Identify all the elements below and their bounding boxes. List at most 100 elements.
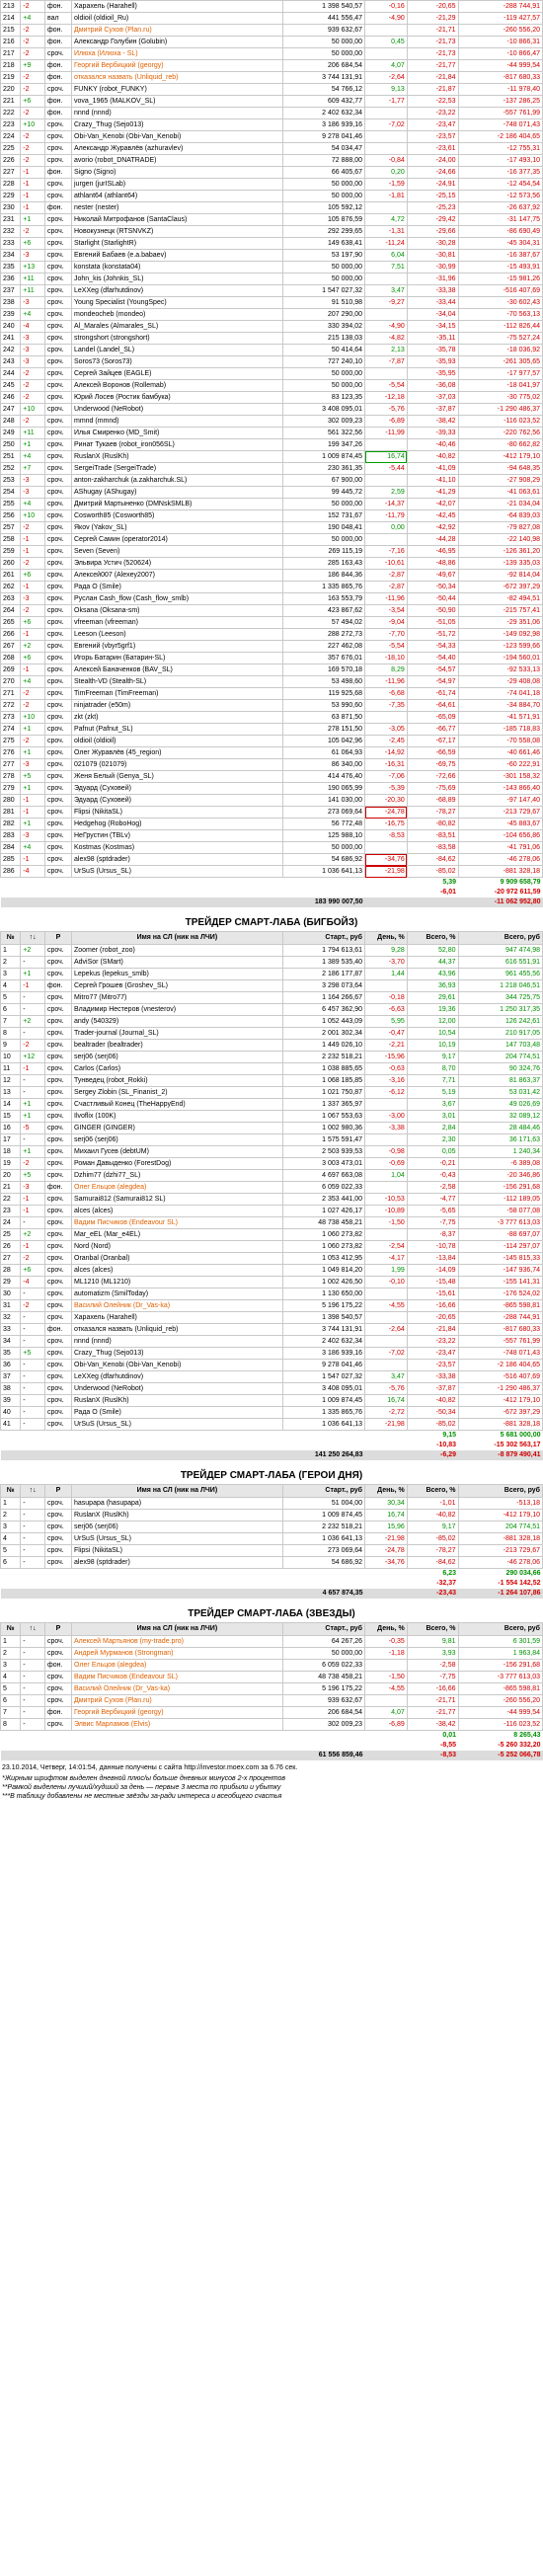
trader-name[interactable]: FUNKY (robot_FUNKY) <box>71 83 283 96</box>
trader-name[interactable]: oldioil (oldioil_Ru) <box>71 12 283 25</box>
trader-name[interactable]: mondeocheb (mondeo) <box>71 308 283 321</box>
trader-name[interactable]: Вадим Писчиков (Endeavour SL) <box>71 1671 283 1683</box>
trader-name[interactable]: Олег Ельцов (alegdea) <box>71 1181 283 1194</box>
trader-name[interactable]: alex98 (sptdrader) <box>71 853 283 866</box>
trader-name[interactable]: Евгений (vbyr5grf1) <box>71 640 283 653</box>
trader-name[interactable]: TimFreeman (TimFreeman) <box>71 687 283 700</box>
trader-name[interactable]: Flipsi (NikitaSL) <box>71 1544 283 1557</box>
trader-name[interactable]: Seven (Seven) <box>71 545 283 558</box>
trader-name[interactable]: Рада O (Smile) <box>71 581 283 593</box>
trader-name[interactable]: Эдуард (Суховей) <box>71 794 283 807</box>
trader-name[interactable]: AShugay (AShugay) <box>71 486 283 499</box>
trader-name[interactable]: Ринат Тукаев (robot_iron056SL) <box>71 438 283 451</box>
trader-name[interactable]: andy (540329) <box>71 1015 283 1028</box>
trader-name[interactable]: Kostmas (Kostmas) <box>71 841 283 854</box>
trader-name[interactable]: Cosworth85 (Cosworth85) <box>71 509 283 522</box>
trader-name[interactable]: Pafnut (Pafnut_SL) <box>71 723 283 736</box>
trader-name[interactable]: Василий Олейник (Dr_Vas-ka) <box>71 1682 283 1695</box>
trader-name[interactable]: Leeson (Leeson) <box>71 628 283 641</box>
trader-name[interactable]: Михаил Гусев (debtUM) <box>71 1145 283 1158</box>
trader-name[interactable]: Олег Журавлёв (45_region) <box>71 746 283 759</box>
trader-name[interactable]: Роман Давыденко (ForestDog) <box>71 1157 283 1170</box>
trader-name[interactable]: Underwood (NeRobot) <box>71 403 283 416</box>
trader-name[interactable]: vfreeman (vfreeman) <box>71 616 283 629</box>
trader-name[interactable]: UrSuS (Ursus_SL) <box>71 865 283 878</box>
trader-name[interactable]: Василий Олейник (Dr_Vas-ka) <box>71 1299 283 1312</box>
trader-name[interactable]: AdviSor (SMart) <box>71 956 283 969</box>
trader-name[interactable]: zkt (zkt) <box>71 711 283 724</box>
trader-name[interactable]: Евгений Бабаев (e.a.babaev) <box>71 249 283 262</box>
trader-name[interactable]: Obi-Van_Kenobi (Obi-Van_Kenobi) <box>71 1359 283 1371</box>
trader-name[interactable]: Харахель (Harahell) <box>71 0 283 13</box>
trader-name[interactable]: Signo (Signo) <box>71 166 283 179</box>
trader-name[interactable]: UrSuS (Ursus_SL) <box>71 1418 283 1431</box>
trader-name[interactable]: Flipsi (NikitaSL) <box>71 806 283 819</box>
trader-name[interactable]: Lepekus (lepekus_smlb) <box>71 968 283 980</box>
trader-name[interactable]: athlant64 (athlant64) <box>71 190 283 202</box>
trader-name[interactable]: serj06 (serj06) <box>71 1133 283 1146</box>
trader-name[interactable]: Эльвира Устич (520624) <box>71 557 283 570</box>
trader-name[interactable]: Дмитрий Сухов (Plan.ru) <box>71 24 283 37</box>
trader-name[interactable]: Zoomer (robot_zoo) <box>71 944 283 957</box>
trader-name[interactable]: GINGER (GINGER) <box>71 1122 283 1134</box>
trader-name[interactable]: Crazy_Thug (Sejo013) <box>71 118 283 131</box>
trader-name[interactable]: RuslanX (RuslKh) <box>71 1394 283 1407</box>
trader-name[interactable]: Mar_eEL (Mar_e4EL) <box>71 1228 283 1241</box>
trader-name[interactable]: Hedgehog (RoboHog) <box>71 818 283 830</box>
trader-name[interactable]: serj06 (serj06) <box>71 1051 283 1063</box>
trader-name[interactable]: RuslanX (RuslKh) <box>71 450 283 463</box>
trader-name[interactable]: Obi-Van_Kenobi (Obi-Van_Kenobi) <box>71 130 283 143</box>
trader-name[interactable]: отказался назвать (Unliquid_reb) <box>71 71 283 84</box>
trader-name[interactable]: Сергей Грошев (Groshev_SL) <box>71 979 283 992</box>
trader-name[interactable]: отказался назвать (Unliquid_reb) <box>71 1323 283 1336</box>
trader-name[interactable]: Руслан Cash_flow (Cash_flow_smlb) <box>71 592 283 605</box>
trader-name[interactable]: Николай Митрофанов (SantaClaus) <box>71 213 283 226</box>
trader-name[interactable]: anton-zakharchuk (a.zakharchuk.SL) <box>71 474 283 487</box>
trader-name[interactable]: SergeiTrade (SergeiTrade) <box>71 462 283 475</box>
trader-name[interactable]: Crazy_Thug (Sejo013) <box>71 1347 283 1360</box>
trader-name[interactable]: alces (alces) <box>71 1205 283 1217</box>
trader-name[interactable]: RuslanX (RuslKh) <box>71 1509 283 1522</box>
trader-name[interactable]: Samurai812 (Samurai812 SL) <box>71 1193 283 1206</box>
trader-name[interactable]: Георгий Вербицкий (georgy) <box>71 1706 283 1719</box>
trader-name[interactable]: oldioil (oldioil) <box>71 735 283 747</box>
trader-name[interactable]: serj06 (serj06) <box>71 1521 283 1533</box>
trader-name[interactable]: Starlight (StarlightR) <box>71 237 283 250</box>
trader-name[interactable]: nester (nester) <box>71 201 283 214</box>
trader-name[interactable]: Trader-journal (Journal_SL) <box>71 1027 283 1040</box>
trader-name[interactable]: ML1210 (ML1210) <box>71 1276 283 1288</box>
trader-name[interactable]: Ilvoflix (100K) <box>71 1110 283 1123</box>
trader-name[interactable]: Илья Смиренко (MD_Smit) <box>71 427 283 439</box>
trader-name[interactable]: Александр Журавлёв (azhuravlev) <box>71 142 283 155</box>
trader-name[interactable]: Сергей Зайцев (EAGLE) <box>71 367 283 380</box>
trader-name[interactable]: Алексей Мартьянов (my-trade.pro) <box>71 1635 283 1648</box>
trader-name[interactable]: Александр Голубин (Golubin) <box>71 36 283 48</box>
trader-name[interactable]: Олег Ельцов (alegdea) <box>71 1659 283 1672</box>
trader-name[interactable]: Алексей Баначенков (BAV_SL) <box>71 664 283 676</box>
trader-name[interactable]: Женя Белый (Genya_SL) <box>71 770 283 783</box>
trader-name[interactable]: LeXXeg (dfarhutdinov) <box>71 1370 283 1383</box>
trader-name[interactable]: Счастливый Конец (TheHappyEnd) <box>71 1098 283 1111</box>
trader-name[interactable]: Владимир Нестеров (vnesterov) <box>71 1003 283 1016</box>
trader-name[interactable]: Mitro77 (Mitro77) <box>71 991 283 1004</box>
trader-name[interactable]: LeXXeg (dfarhutdinov) <box>71 284 283 297</box>
trader-name[interactable]: Soros73 (Soros73) <box>71 355 283 368</box>
trader-name[interactable]: automatizm (SmilToday) <box>71 1288 283 1300</box>
trader-name[interactable]: Якоv (Yakov_SL) <box>71 521 283 534</box>
trader-name[interactable]: Игорь Батарин (Батарин-SL) <box>71 652 283 664</box>
trader-name[interactable]: bealtrader (bealtrader) <box>71 1039 283 1052</box>
trader-name[interactable]: Сергей Самин (operator2014) <box>71 533 283 546</box>
trader-name[interactable]: Дмитрий Сухов (Plan.ru) <box>71 1694 283 1707</box>
trader-name[interactable]: jurgen (jurISLab) <box>71 178 283 191</box>
trader-name[interactable]: nnnd (nnnd) <box>71 107 283 119</box>
trader-name[interactable]: Алексей Воронов (Rollemab) <box>71 379 283 392</box>
trader-name[interactable]: mmnd (mmnd) <box>71 415 283 428</box>
trader-name[interactable]: John_kis (Johnkis_SL) <box>71 273 283 285</box>
trader-name[interactable]: Андрей Мурманов (Strongman) <box>71 1647 283 1660</box>
trader-name[interactable]: Юрий Лосев (Ростик бамбука) <box>71 391 283 404</box>
trader-name[interactable]: Харахель (Harahell) <box>71 1311 283 1324</box>
trader-name[interactable]: Oksana (Oksana-sm) <box>71 604 283 617</box>
trader-name[interactable]: Stealth-VD (Stealth-SL) <box>71 675 283 688</box>
trader-name[interactable]: hasupapa (hasupapa) <box>71 1497 283 1510</box>
trader-name[interactable]: Тунведец (robot_Rokki) <box>71 1074 283 1087</box>
